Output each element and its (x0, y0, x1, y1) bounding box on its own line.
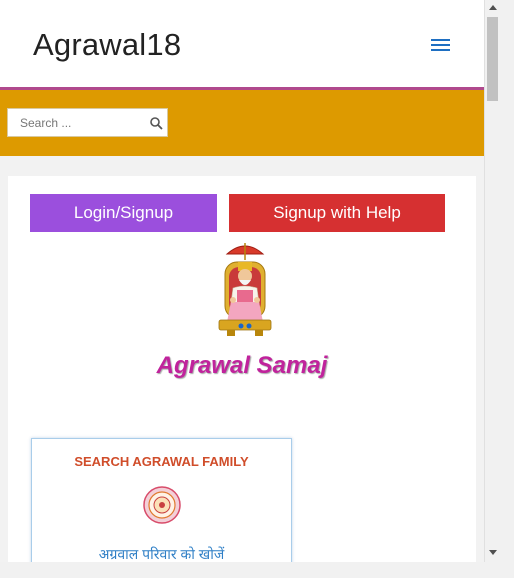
window-edge (501, 0, 514, 578)
search-family-card[interactable]: SEARCH AGRAWAL FAMILY अग्रवाल परिवार को … (31, 438, 292, 578)
vertical-scrollbar[interactable] (484, 0, 502, 562)
scrollbar-thumb[interactable] (487, 17, 498, 101)
window-bottom-edge (0, 562, 514, 578)
login-signup-button[interactable]: Login/Signup (30, 194, 217, 232)
hamburger-menu-icon[interactable] (431, 37, 453, 55)
content-card: Login/Signup Signup with Help Agrawal Sa… (8, 176, 476, 578)
site-title[interactable]: Agrawal18 (33, 27, 181, 63)
site-header: Agrawal18 (0, 0, 484, 87)
page-viewport: Agrawal18 Login/Signup Signup with Help (0, 0, 484, 578)
scroll-up-arrow-icon[interactable] (489, 5, 497, 10)
search-icon[interactable] (150, 117, 163, 130)
agrasen-maharaj-image (218, 243, 272, 336)
scroll-down-arrow-icon[interactable] (489, 550, 497, 555)
search-input[interactable] (20, 115, 138, 131)
agrawal-emblem-icon (143, 486, 181, 524)
family-card-title: SEARCH AGRAWAL FAMILY (74, 454, 249, 469)
menu-line-middle (431, 44, 450, 46)
search-box (7, 108, 168, 137)
samaj-title: Agrawal Samaj (156, 352, 328, 379)
menu-line-bottom (431, 49, 450, 51)
menu-line-top (431, 39, 450, 41)
signup-with-help-button[interactable]: Signup with Help (229, 194, 445, 232)
search-band (0, 90, 484, 156)
